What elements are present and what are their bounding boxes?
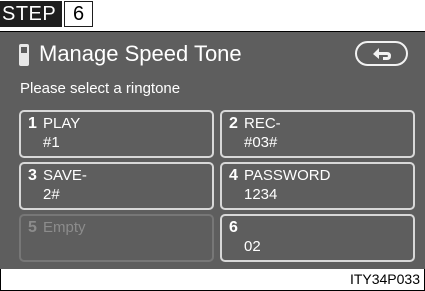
ringtone-number: 3	[28, 167, 37, 184]
phone-icon	[19, 44, 29, 66]
ringtone-name: PASSWORD	[244, 167, 331, 184]
ringtone-number: 5	[28, 219, 37, 236]
ringtone-code: #1	[43, 134, 60, 151]
figure-caption: ITY34P033	[349, 271, 420, 287]
ringtone-code: 02	[244, 238, 261, 255]
screen-subtitle: Please select a ringtone	[20, 80, 181, 97]
step-number: 6	[64, 1, 93, 27]
ringtone-code: 1234	[244, 186, 278, 203]
ringtone-number: 4	[229, 167, 238, 184]
step-header: STEP 6	[0, 0, 425, 30]
ringtone-name: REC-	[244, 115, 281, 132]
ringtone-button-5[interactable]: 5 Empty	[19, 214, 214, 262]
back-arrow-icon	[373, 48, 391, 60]
display-screen: Manage Speed Tone Please select a ringto…	[0, 32, 425, 269]
ringtone-number: 6	[229, 219, 238, 236]
ringtone-button-4[interactable]: 4 PASSWORD 1234	[220, 162, 415, 210]
ringtone-name: Empty	[43, 219, 86, 236]
ringtone-number: 2	[229, 115, 238, 132]
ringtone-button-2[interactable]: 2 REC- #03#	[220, 110, 415, 158]
ringtone-button-1[interactable]: 1 PLAY #1	[19, 110, 214, 158]
step-label: STEP	[0, 1, 62, 27]
ringtone-button-6[interactable]: 6 02	[220, 214, 415, 262]
ringtone-name: PLAY	[43, 115, 81, 132]
ringtone-number: 1	[28, 115, 37, 132]
screen-title: Manage Speed Tone	[39, 41, 242, 66]
ringtone-name: SAVE-	[43, 167, 87, 184]
ringtone-code: #03#	[244, 134, 278, 151]
ringtone-code: 2#	[43, 186, 60, 203]
ringtone-button-3[interactable]: 3 SAVE- 2#	[19, 162, 214, 210]
back-button[interactable]	[355, 41, 408, 66]
